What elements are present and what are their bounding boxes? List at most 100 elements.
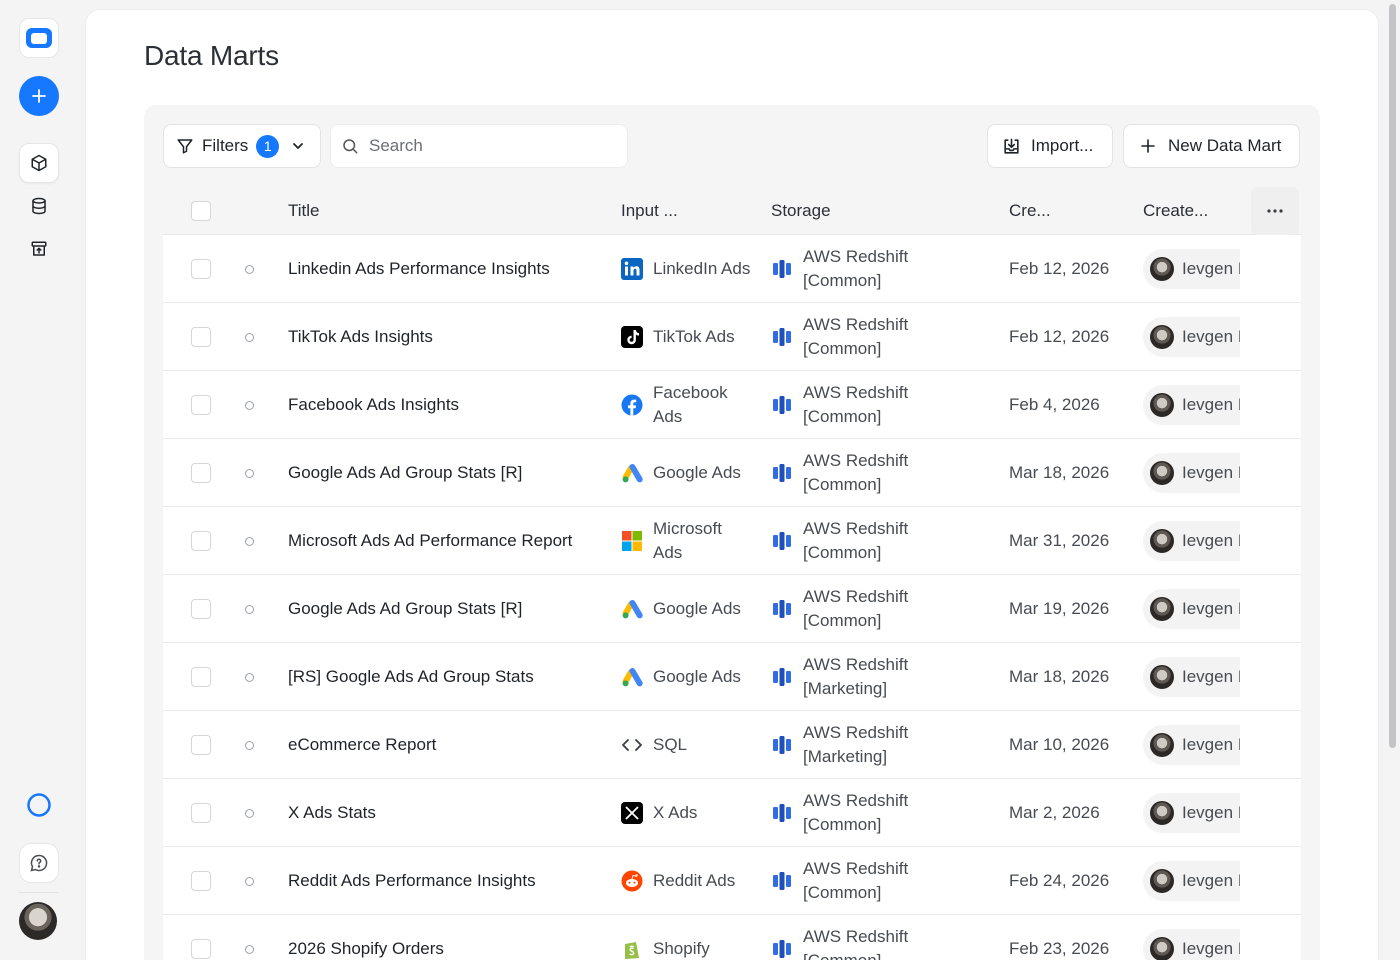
facebook-icon	[621, 394, 643, 416]
row-checkbox[interactable]	[191, 463, 211, 483]
nav-destinations[interactable]	[19, 229, 59, 269]
table-row[interactable]: eCommerce Report SQL AWS Redshift [Marketi…	[163, 711, 1301, 779]
table-row[interactable]: Microsoft Ads Ad Performance Report Micro…	[163, 507, 1301, 575]
created-date: Mar 18, 2026	[1009, 667, 1110, 686]
owner-name: Ievgen I	[1182, 939, 1240, 958]
data-mart-title[interactable]: TikTok Ads Insights	[288, 303, 433, 371]
row-checkbox[interactable]	[191, 667, 211, 687]
data-mart-title[interactable]: X Ads Stats	[288, 779, 376, 847]
row-checkbox[interactable]	[191, 599, 211, 619]
data-mart-title[interactable]: Microsoft Ads Ad Performance Report	[288, 507, 572, 575]
storage-label: AWS Redshift [Common]	[803, 383, 909, 426]
table-row[interactable]: Linkedin Ads Performance Insights LinkedI…	[163, 235, 1301, 303]
data-mart-title[interactable]: Google Ads Ad Group Stats [R]	[288, 439, 522, 507]
data-mart-title[interactable]: Facebook Ads Insights	[288, 371, 459, 439]
data-mart-title[interactable]: Google Ads Ad Group Stats [R]	[288, 575, 522, 643]
created-date: Mar 31, 2026	[1009, 531, 1110, 550]
page-scrollbar[interactable]	[1389, 4, 1396, 748]
tiktok-icon	[621, 326, 643, 348]
owner-avatar	[1150, 937, 1174, 960]
search-icon	[343, 139, 358, 154]
table-row[interactable]: Facebook Ads Insights Facebook Ads AWS Red…	[163, 371, 1301, 439]
row-checkbox[interactable]	[191, 395, 211, 415]
owner-chip[interactable]: Ievgen I	[1143, 929, 1240, 960]
aws-redshift-icon	[773, 600, 791, 618]
create-button[interactable]	[19, 76, 59, 116]
filters-button[interactable]: Filters 1	[163, 124, 321, 168]
new-data-mart-button[interactable]: New Data Mart	[1123, 124, 1300, 168]
table-row[interactable]: X Ads Stats X Ads AWS Redshift [Common] Mar…	[163, 779, 1301, 847]
storage-icon	[771, 734, 793, 756]
status-indicator-icon	[245, 945, 254, 954]
code-icon	[621, 734, 643, 756]
owner-avatar	[1150, 257, 1174, 281]
owner-chip[interactable]: Ievgen I	[1143, 249, 1240, 289]
input-source-label: SQL	[653, 735, 688, 754]
table-row[interactable]: Reddit Ads Performance Insights Reddit Ad…	[163, 847, 1301, 915]
status-indicator-icon	[245, 809, 254, 818]
data-mart-title[interactable]: Linkedin Ads Performance Insights	[288, 235, 550, 303]
header-title[interactable]: Title	[288, 187, 320, 235]
row-checkbox[interactable]	[191, 803, 211, 823]
owner-chip[interactable]: Ievgen I	[1143, 385, 1240, 425]
table-row[interactable]: Google Ads Ad Group Stats [R] Google Ads A…	[163, 439, 1301, 507]
storage-icon	[771, 802, 793, 824]
data-marts-table: Title Input ... Storage Cre... Create...…	[163, 187, 1301, 960]
storage-label: AWS Redshift [Common]	[803, 791, 909, 834]
owner-chip[interactable]: Ievgen I	[1143, 793, 1240, 833]
input-source-label: Facebook Ads	[653, 383, 728, 426]
data-mart-title[interactable]: 2026 Shopify Orders	[288, 915, 444, 960]
status-ring[interactable]	[19, 785, 59, 825]
help-chat-button[interactable]	[19, 843, 59, 883]
google-ads-icon	[621, 666, 643, 688]
nav-storages[interactable]	[19, 186, 59, 226]
owner-chip[interactable]: Ievgen I	[1143, 861, 1240, 901]
header-creator[interactable]: Create...	[1143, 187, 1208, 235]
status-indicator-icon	[245, 537, 254, 546]
owner-name: Ievgen I	[1182, 667, 1240, 686]
created-date: Mar 19, 2026	[1009, 599, 1110, 618]
status-indicator-icon	[245, 673, 254, 682]
aws-redshift-icon	[773, 736, 791, 754]
owner-avatar	[1150, 869, 1174, 893]
storage-label: AWS Redshift [Common]	[803, 315, 909, 358]
table-row[interactable]: TikTok Ads Insights TikTok Ads AWS Redshif…	[163, 303, 1301, 371]
plus-icon	[32, 89, 46, 103]
row-checkbox[interactable]	[191, 939, 211, 959]
row-checkbox[interactable]	[191, 871, 211, 891]
nav-data-marts[interactable]	[19, 143, 59, 183]
columns-menu-button[interactable]	[1251, 187, 1299, 235]
table-row[interactable]: Google Ads Ad Group Stats [R] Google Ads A…	[163, 575, 1301, 643]
row-checkbox[interactable]	[191, 735, 211, 755]
owner-chip[interactable]: Ievgen I	[1143, 317, 1240, 357]
owner-chip[interactable]: Ievgen I	[1143, 589, 1240, 629]
plus-icon	[1141, 139, 1155, 153]
row-checkbox[interactable]	[191, 327, 211, 347]
row-checkbox[interactable]	[191, 531, 211, 551]
import-icon	[1004, 138, 1019, 154]
storage-icon	[771, 938, 793, 960]
header-created[interactable]: Cre...	[1009, 187, 1051, 235]
header-storage[interactable]: Storage	[771, 187, 831, 235]
table-row[interactable]: 2026 Shopify Orders Shopify AWS Redshift […	[163, 915, 1301, 960]
owner-chip[interactable]: Ievgen I	[1143, 657, 1240, 697]
search-field[interactable]	[330, 124, 628, 168]
data-mart-title[interactable]: eCommerce Report	[288, 711, 436, 779]
owner-name: Ievgen I	[1182, 871, 1240, 890]
header-input-source[interactable]: Input ...	[621, 187, 678, 235]
owner-chip[interactable]: Ievgen I	[1143, 521, 1240, 561]
data-mart-title[interactable]: Reddit Ads Performance Insights	[288, 847, 536, 915]
import-button[interactable]: Import...	[987, 124, 1113, 168]
owner-name: Ievgen I	[1182, 531, 1240, 550]
table-row[interactable]: [RS] Google Ads Ad Group Stats Google Ads…	[163, 643, 1301, 711]
user-avatar[interactable]	[19, 902, 57, 940]
data-mart-title[interactable]: [RS] Google Ads Ad Group Stats	[288, 643, 534, 711]
row-checkbox[interactable]	[191, 259, 211, 279]
search-input[interactable]	[369, 136, 609, 156]
owner-chip[interactable]: Ievgen I	[1143, 453, 1240, 493]
filters-count-badge: 1	[256, 134, 280, 158]
owner-chip[interactable]: Ievgen I	[1143, 725, 1240, 765]
select-all-checkbox[interactable]	[191, 201, 211, 221]
app-logo[interactable]	[19, 18, 59, 58]
microsoft-icon	[621, 530, 643, 552]
